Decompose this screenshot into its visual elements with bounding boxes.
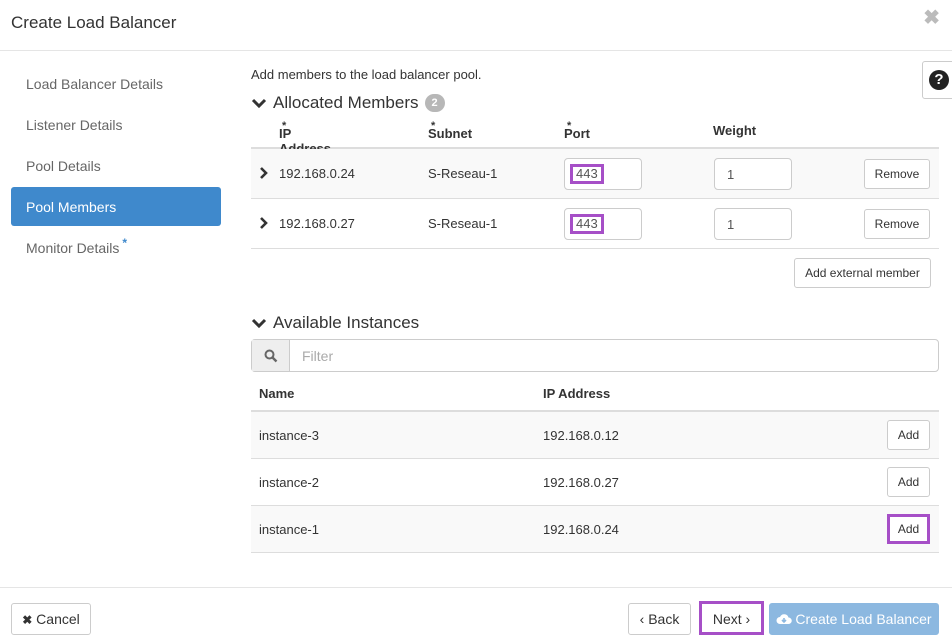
step-monitor-details[interactable]: Monitor Details * [11,228,221,267]
help-button[interactable]: ? [922,61,952,99]
filter-bar: Filter [251,339,939,372]
available-instance-row: instance-2 192.168.0.27 Add [251,459,939,506]
allocated-member-row: 192.168.0.24 S-Reseau-1 443 1 Remove [251,149,939,199]
remove-button[interactable]: Remove [864,209,930,239]
step-pool-members[interactable]: Pool Members [11,187,221,226]
chevron-down-icon [251,98,267,109]
filter-input[interactable]: Filter [290,340,938,371]
available-instance-row: instance-1 192.168.0.24 Add [251,506,939,553]
question-circle-icon: ? [929,70,949,90]
cancel-button[interactable]: ✖ Cancel [11,603,91,635]
close-icon: ✖ [22,613,33,627]
intro-text: Add members to the load balancer pool. [251,67,482,82]
create-load-balancer-button[interactable]: Create Load Balancer [769,603,939,635]
available-instances-title: Available Instances [273,313,420,332]
instance-name: instance-1 [259,522,319,537]
instance-name: instance-3 [259,428,319,443]
cloud-upload-icon [776,614,793,624]
chevron-right-icon[interactable] [259,216,269,230]
allocated-count-badge: 2 [424,94,445,112]
wizard-steps: Load Balancer Details Listener Details P… [11,64,221,269]
step-load-balancer-details[interactable]: Load Balancer Details [11,64,221,103]
create-label: Create Load Balancer [795,611,932,627]
col-name: Name [259,386,295,401]
step-listener-details[interactable]: Listener Details [11,105,221,144]
step-label: Listener Details [26,117,123,133]
required-indicator: * [282,120,287,132]
col-weight: Weight [713,123,757,138]
chevron-right-icon[interactable] [259,166,269,180]
dialog-header: Create Load Balancer ✖ [0,0,952,51]
instance-name: instance-2 [259,475,319,490]
instance-ip: 192.168.0.12 [543,428,619,443]
member-ip: 192.168.0.24 [279,166,355,181]
close-icon[interactable]: ✖ [923,8,940,28]
add-instance-button[interactable]: Add [887,420,930,450]
col-ip-address: IP Address [543,386,611,401]
remove-button[interactable]: Remove [864,159,930,189]
search-icon [252,340,290,371]
allocated-member-row: 192.168.0.27 S-Reseau-1 443 1 Remove [251,199,939,249]
step-label: Pool Details [26,158,101,174]
port-value: 443 [570,164,604,184]
cancel-label: Cancel [36,611,80,627]
member-subnet: S-Reseau-1 [428,166,498,181]
required-indicator: * [567,120,572,132]
step-label: Monitor Details [26,240,120,256]
weight-input[interactable]: 1 [714,158,792,190]
port-input[interactable]: 443 [564,158,642,190]
member-subnet: S-Reseau-1 [428,216,498,231]
add-external-member-button[interactable]: Add external member [794,258,931,288]
add-instance-button[interactable]: Add [887,514,930,544]
step-pool-details[interactable]: Pool Details [11,146,221,185]
dialog-footer: ✖ Cancel ‹ Back Next › Create Load Balan… [0,587,952,641]
instance-ip: 192.168.0.24 [543,522,619,537]
available-instance-row: instance-3 192.168.0.12 Add [251,412,939,459]
dialog-title: Create Load Balancer [11,13,177,32]
back-button[interactable]: ‹ Back [628,603,691,635]
available-table-header: Name IP Address [251,377,939,412]
available-instances-toggle[interactable]: Available Instances [251,313,419,333]
allocated-table-header: IP Address* Subnet* Port* Weight [251,120,939,156]
step-label: Load Balancer Details [26,76,163,92]
add-instance-button[interactable]: Add [887,467,930,497]
weight-input[interactable]: 1 [714,208,792,240]
allocated-members-toggle[interactable]: Allocated Members 2 [251,93,445,113]
member-ip: 192.168.0.27 [279,216,355,231]
port-input[interactable]: 443 [564,208,642,240]
required-indicator: * [122,236,128,250]
instance-ip: 192.168.0.27 [543,475,619,490]
required-indicator: * [431,120,436,132]
next-button[interactable]: Next › [699,601,764,635]
step-label: Pool Members [26,199,117,215]
port-value: 443 [570,214,604,234]
allocated-members-title: Allocated Members [273,93,419,112]
chevron-down-icon [251,318,267,329]
